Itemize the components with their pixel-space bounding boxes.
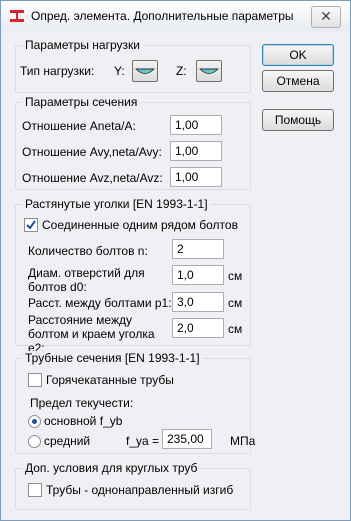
aneta-label: Отношение Aneta/A: xyxy=(22,119,136,133)
bolts-count-input[interactable]: 2 xyxy=(172,239,224,259)
section-params-legend: Параметры сечения xyxy=(22,95,141,109)
hot-rolled-checkbox[interactable] xyxy=(28,373,42,387)
load-z-button[interactable] xyxy=(196,60,222,82)
load-shape-z-icon xyxy=(199,68,219,74)
fya-input[interactable]: 235,00 xyxy=(162,429,212,449)
dialog-window: Опред. элемента. Дополнительные параметр… xyxy=(0,0,351,521)
load-type-label: Тип нагрузки: xyxy=(20,64,95,78)
close-button[interactable]: ✕ xyxy=(311,6,341,28)
avz-input[interactable]: 1,00 xyxy=(170,167,222,187)
round-tubes-group: Доп. условия для круглых труб Трубы - од… xyxy=(15,461,251,510)
round-tubes-legend: Доп. условия для круглых труб xyxy=(22,461,201,475)
app-icon xyxy=(10,10,24,22)
load-z-label: Z: xyxy=(176,64,187,78)
tubes-group: Трубные сечения [EN 1993-1-1] Горячеката… xyxy=(15,351,255,454)
load-y-label: Y: xyxy=(114,64,125,78)
basic-radio-label: основной f_yb xyxy=(44,414,123,428)
window-title: Опред. элемента. Дополнительные параметр… xyxy=(31,9,294,23)
hole-diameter-unit: см xyxy=(228,269,243,283)
section-params-group: Параметры сечения Отношение Aneta/A: 1,0… xyxy=(15,95,251,190)
cancel-button[interactable]: Отмена xyxy=(262,70,334,92)
connected-label: Соединенные одним рядом болтов xyxy=(42,218,238,232)
edge-distance-input[interactable]: 2,0 xyxy=(172,318,224,338)
unidirectional-bending-label: Трубы - однонаправленный изгиб xyxy=(46,483,234,497)
tubes-legend: Трубные сечения [EN 1993-1-1] xyxy=(22,351,203,365)
basic-radio[interactable] xyxy=(28,415,41,428)
load-params-legend: Параметры нагрузки xyxy=(22,38,143,52)
close-icon: ✕ xyxy=(320,8,332,24)
avy-label: Отношение Avy,neta/Avy: xyxy=(22,145,162,159)
title-bar[interactable]: Опред. элемента. Дополнительные параметр… xyxy=(1,1,350,31)
bolt-spacing-input[interactable]: 3,0 xyxy=(172,292,224,312)
hole-diameter-label: Диам. отверстий для болтов d0: xyxy=(28,266,145,294)
aneta-input[interactable]: 1,00 xyxy=(170,115,222,135)
load-params-group: Параметры нагрузки Тип нагрузки: Y: Z: xyxy=(15,38,251,93)
average-radio[interactable] xyxy=(28,435,41,448)
average-radio-label: средний xyxy=(44,434,91,448)
bolts-count-label: Количество болтов n: xyxy=(28,244,148,258)
edge-distance-unit: см xyxy=(228,322,243,336)
unidirectional-bending-checkbox[interactable] xyxy=(28,483,42,497)
check-icon xyxy=(26,220,36,230)
bolt-spacing-label: Расст. между болтами p1: xyxy=(28,296,172,310)
ok-button[interactable]: OK xyxy=(262,44,334,66)
angles-legend: Растянутые уголки [EN 1993-1-1] xyxy=(22,197,211,211)
angles-group: Растянутые уголки [EN 1993-1-1] Соединен… xyxy=(15,197,251,355)
avy-input[interactable]: 1,00 xyxy=(170,141,222,161)
hole-diameter-input[interactable]: 1,0 xyxy=(172,265,224,285)
yield-strength-label: Предел текучести: xyxy=(30,396,134,410)
load-y-button[interactable] xyxy=(132,60,158,82)
edge-distance-label: Расстояние между болтом и краем уголка e… xyxy=(28,313,155,355)
fya-label: f_ya = xyxy=(126,434,160,448)
bolt-spacing-unit: см xyxy=(228,296,243,310)
fya-unit: МПа xyxy=(230,434,256,448)
connected-checkbox[interactable] xyxy=(24,218,38,232)
load-shape-y-icon xyxy=(135,68,155,74)
help-button[interactable]: Помощь xyxy=(262,109,334,131)
avz-label: Отношение Avz,neta/Avz: xyxy=(22,171,163,185)
hot-rolled-label: Горячекатанные трубы xyxy=(46,373,174,387)
radio-selected-dot xyxy=(32,419,37,424)
